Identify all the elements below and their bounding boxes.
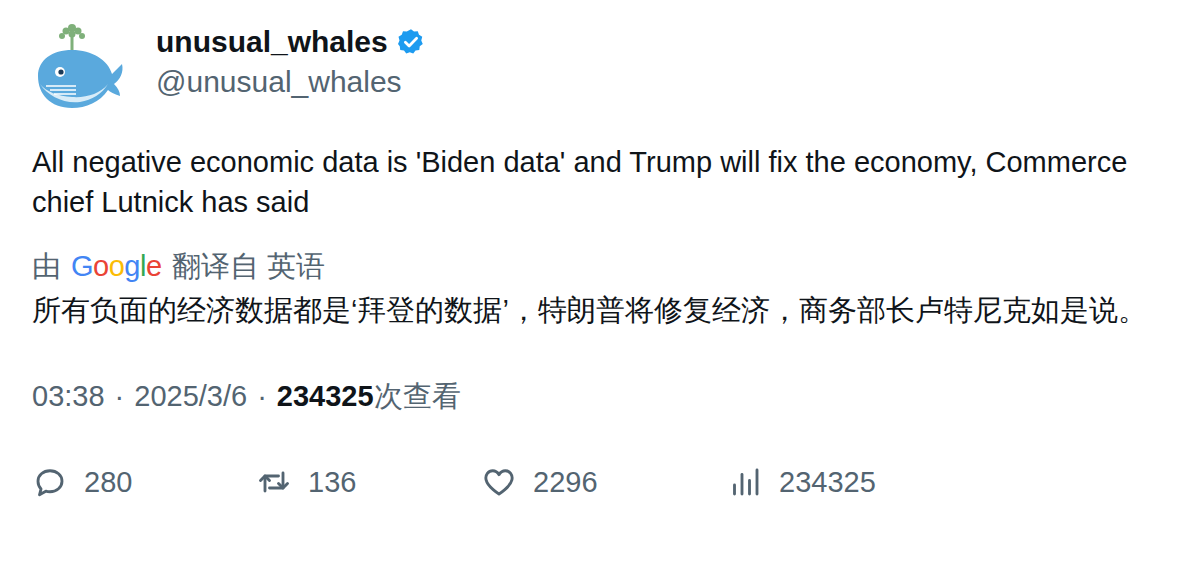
tweet-card: unusual_whales@unusual_whales All negativ…: [0, 0, 1196, 578]
tweet-date[interactable]: 2025/3/6: [134, 376, 247, 416]
reply-action[interactable]: 280: [32, 462, 256, 502]
like-action[interactable]: 2296: [481, 462, 727, 502]
reply-icon: [32, 464, 68, 500]
author-name[interactable]: unusual_whales: [156, 22, 388, 62]
translated-text: 所有负面的经济数据都是‘拜登的数据’，特朗普将修复经济，商务部长卢特尼克如是说。: [32, 290, 1164, 330]
google-logo: Google: [71, 248, 162, 284]
action-count: 280: [84, 462, 132, 502]
translation-suffix: 翻译自 英语: [172, 248, 325, 284]
verified-icon: [396, 27, 426, 57]
translation-label[interactable]: 由 Google 翻译自 英语: [32, 248, 1164, 284]
author-name-row: unusual_whales: [156, 22, 426, 62]
action-count: 136: [308, 462, 356, 502]
author-handle[interactable]: @unusual_whales: [156, 62, 426, 102]
tweet-header: unusual_whales@unusual_whales: [32, 20, 1164, 116]
whale-avatar-icon[interactable]: [32, 20, 128, 116]
meta-separator: ·: [257, 376, 267, 416]
meta-separator: ·: [115, 376, 125, 416]
retweet-icon: [256, 464, 292, 500]
heart-icon: [481, 464, 517, 500]
view-count: 234325次查看: [277, 376, 461, 416]
author-block: unusual_whales@unusual_whales: [156, 20, 426, 102]
views-action[interactable]: 234325: [727, 462, 1164, 502]
tweet-text: All negative economic data is 'Biden dat…: [32, 142, 1164, 222]
retweet-action[interactable]: 136: [256, 462, 481, 502]
tweet-time[interactable]: 03:38: [32, 376, 105, 416]
translation-prefix: 由: [32, 248, 61, 284]
views-icon: [727, 464, 763, 500]
action-bar: 280 136 2296 234325: [32, 462, 1164, 502]
action-count: 234325: [779, 462, 876, 502]
tweet-meta: 03:38·2025/3/6·234325次查看: [32, 376, 1164, 416]
action-count: 2296: [533, 462, 598, 502]
